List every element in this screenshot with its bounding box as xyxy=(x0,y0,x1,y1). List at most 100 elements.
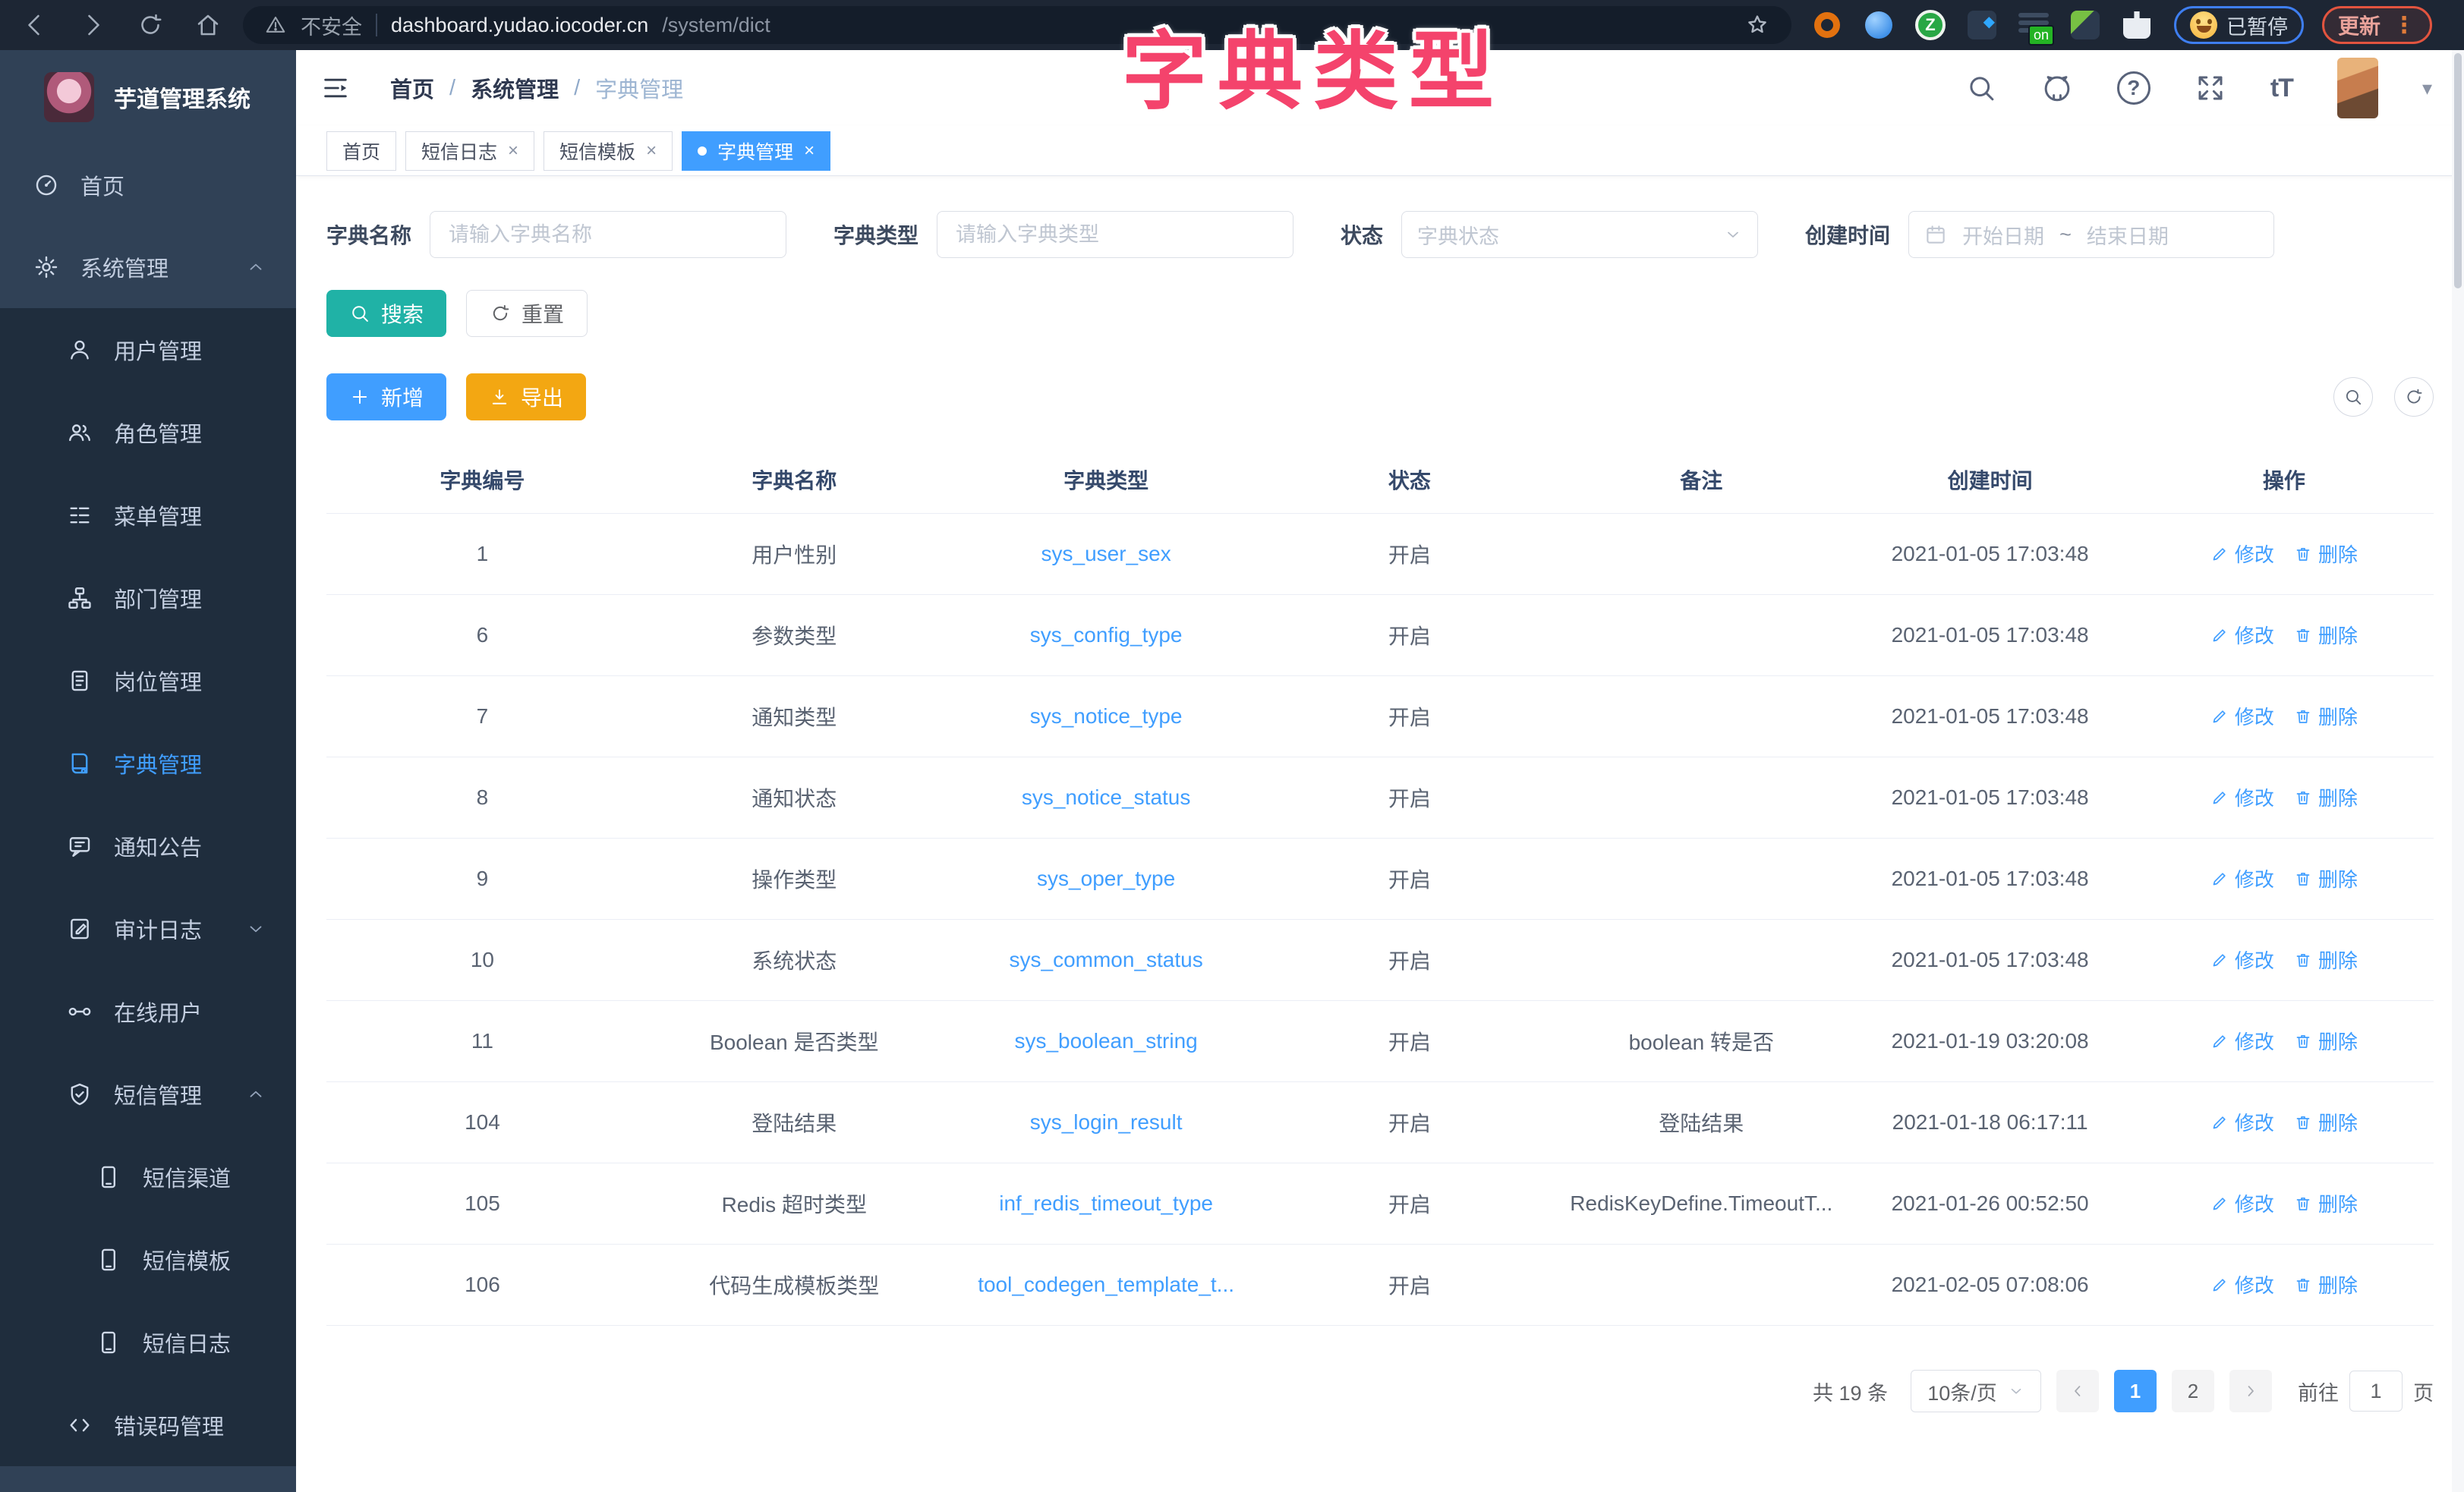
sidebar-item-11[interactable]: 短信管理 xyxy=(0,1053,296,1135)
reset-button[interactable]: 重置 xyxy=(466,290,588,337)
edit-link[interactable]: 修改 xyxy=(2210,946,2274,974)
extension-green-icon[interactable]: Z xyxy=(1914,9,1946,41)
goto-page-input[interactable] xyxy=(2349,1371,2403,1412)
refresh-table-icon[interactable] xyxy=(2394,377,2434,417)
sidebar-item-1[interactable]: 系统管理 xyxy=(0,226,296,308)
forward-icon[interactable] xyxy=(79,11,106,39)
breadcrumb-system[interactable]: 系统管理 xyxy=(471,72,559,104)
page-size-select[interactable]: 10条/页 xyxy=(1911,1370,2041,1412)
sidebar-item-0[interactable]: 首页 xyxy=(0,144,296,226)
extensions-puzzle-icon[interactable] xyxy=(2121,9,2153,41)
delete-link[interactable]: 删除 xyxy=(2294,702,2358,730)
dict-type-link[interactable]: sys_notice_status xyxy=(1022,785,1191,809)
tab-3[interactable]: 字典管理× xyxy=(682,131,830,171)
sidebar-item-8[interactable]: 通知公告 xyxy=(0,804,296,887)
sidebar-item-16[interactable]: 基础设施 xyxy=(0,1466,296,1492)
extension-on-icon[interactable]: on xyxy=(2018,9,2050,41)
help-icon[interactable]: ? xyxy=(2117,71,2150,105)
close-icon[interactable]: × xyxy=(508,140,518,162)
delete-link[interactable]: 删除 xyxy=(2294,783,2358,811)
next-page-button[interactable] xyxy=(2229,1370,2272,1412)
status-select[interactable]: 字典状态 xyxy=(1401,211,1758,258)
dict-type-link[interactable]: sys_login_result xyxy=(1030,1110,1183,1134)
tab-0[interactable]: 首页 xyxy=(326,131,396,171)
edit-link[interactable]: 修改 xyxy=(2210,1270,2274,1298)
dict-type-link[interactable]: sys_notice_type xyxy=(1030,704,1183,728)
dict-type-input[interactable] xyxy=(937,211,1293,258)
delete-link[interactable]: 删除 xyxy=(2294,1108,2358,1136)
search-icon[interactable] xyxy=(1965,72,1997,104)
delete-link[interactable]: 删除 xyxy=(2294,1189,2358,1217)
hamburger-icon[interactable] xyxy=(320,73,351,103)
edit-link[interactable]: 修改 xyxy=(2210,864,2274,892)
edit-link[interactable]: 修改 xyxy=(2210,540,2274,568)
dict-type-link[interactable]: inf_redis_timeout_type xyxy=(999,1191,1213,1215)
fullscreen-icon[interactable] xyxy=(2195,72,2226,104)
edit-link[interactable]: 修改 xyxy=(2210,1108,2274,1136)
home-icon[interactable] xyxy=(194,11,222,39)
search-button[interactable]: 搜索 xyxy=(326,290,446,337)
export-button[interactable]: 导出 xyxy=(466,373,586,420)
browser-update-button[interactable]: 更新 ⋮ xyxy=(2322,6,2432,44)
sidebar-item-6[interactable]: 岗位管理 xyxy=(0,639,296,722)
close-icon[interactable]: × xyxy=(804,140,815,162)
dict-type-link[interactable]: sys_common_status xyxy=(1010,948,1203,971)
delete-link[interactable]: 删除 xyxy=(2294,540,2358,568)
browser-menu-icon[interactable]: ⋮ xyxy=(2393,12,2416,39)
user-avatar[interactable] xyxy=(2337,58,2378,118)
page-button-1[interactable]: 1 xyxy=(2114,1370,2157,1412)
edit-link[interactable]: 修改 xyxy=(2210,1189,2274,1217)
dict-type-link[interactable]: tool_codegen_template_t... xyxy=(978,1273,1234,1296)
dict-type-link[interactable]: sys_oper_type xyxy=(1037,867,1175,890)
tab-2[interactable]: 短信模板× xyxy=(544,131,673,171)
sidebar-item-12[interactable]: 短信渠道 xyxy=(0,1135,296,1218)
github-icon[interactable] xyxy=(2041,72,2073,104)
sidebar-item-15[interactable]: 错误码管理 xyxy=(0,1383,296,1466)
extension-ring-icon[interactable] xyxy=(1811,9,1843,41)
page-scrollbar[interactable] xyxy=(2452,50,2464,1492)
scrollbar-thumb[interactable] xyxy=(2454,53,2462,288)
breadcrumb-home[interactable]: 首页 xyxy=(390,72,434,104)
delete-link[interactable]: 删除 xyxy=(2294,1027,2358,1055)
font-size-icon[interactable]: tT xyxy=(2270,74,2293,103)
sidebar-item-9[interactable]: 审计日志 xyxy=(0,887,296,970)
reload-icon[interactable] xyxy=(137,11,164,39)
sidebar-item-14[interactable]: 短信日志 xyxy=(0,1301,296,1383)
bookmark-star-icon[interactable] xyxy=(1744,12,1770,38)
extension-leaf-icon[interactable] xyxy=(2069,9,2101,41)
sidebar-item-2[interactable]: 用户管理 xyxy=(0,308,296,391)
dict-type-link[interactable]: sys_boolean_string xyxy=(1014,1029,1197,1053)
extension-drop-icon[interactable] xyxy=(1863,9,1895,41)
delete-link[interactable]: 删除 xyxy=(2294,621,2358,649)
sidebar-item-13[interactable]: 短信模板 xyxy=(0,1218,296,1301)
delete-link[interactable]: 删除 xyxy=(2294,864,2358,892)
edit-link[interactable]: 修改 xyxy=(2210,1027,2274,1055)
tab-1[interactable]: 短信日志× xyxy=(405,131,534,171)
profile-paused-badge[interactable]: 已暂停 xyxy=(2174,6,2304,44)
prev-page-button[interactable] xyxy=(2056,1370,2099,1412)
dict-name-input[interactable] xyxy=(430,211,786,258)
back-icon[interactable] xyxy=(21,11,49,39)
extension-gem-icon[interactable]: ◆ xyxy=(1966,9,1998,41)
toggle-search-icon[interactable] xyxy=(2333,377,2373,417)
delete-link[interactable]: 删除 xyxy=(2294,1270,2358,1298)
app-logo-row[interactable]: 芋道管理系统 xyxy=(0,50,296,144)
sidebar-item-10[interactable]: 在线用户 xyxy=(0,970,296,1053)
edit-link[interactable]: 修改 xyxy=(2210,783,2274,811)
add-button[interactable]: 新增 xyxy=(326,373,446,420)
dict-type-link[interactable]: sys_config_type xyxy=(1030,623,1183,647)
table-tool-buttons xyxy=(2333,377,2434,417)
address-bar[interactable]: 不安全 dashboard.yudao.iocoder.cn/system/di… xyxy=(243,6,1791,44)
sidebar-item-5[interactable]: 部门管理 xyxy=(0,556,296,639)
edit-link[interactable]: 修改 xyxy=(2210,702,2274,730)
sidebar-item-7[interactable]: 字典管理 xyxy=(0,722,296,804)
sidebar-item-3[interactable]: 角色管理 xyxy=(0,391,296,474)
avatar-caret-down-icon[interactable]: ▾ xyxy=(2422,77,2432,100)
sidebar-item-4[interactable]: 菜单管理 xyxy=(0,474,296,556)
dict-type-link[interactable]: sys_user_sex xyxy=(1041,542,1171,565)
close-icon[interactable]: × xyxy=(646,140,657,162)
page-button-2[interactable]: 2 xyxy=(2172,1370,2214,1412)
date-range-picker[interactable]: 开始日期 ~ 结束日期 xyxy=(1908,211,2274,258)
edit-link[interactable]: 修改 xyxy=(2210,621,2274,649)
delete-link[interactable]: 删除 xyxy=(2294,946,2358,974)
